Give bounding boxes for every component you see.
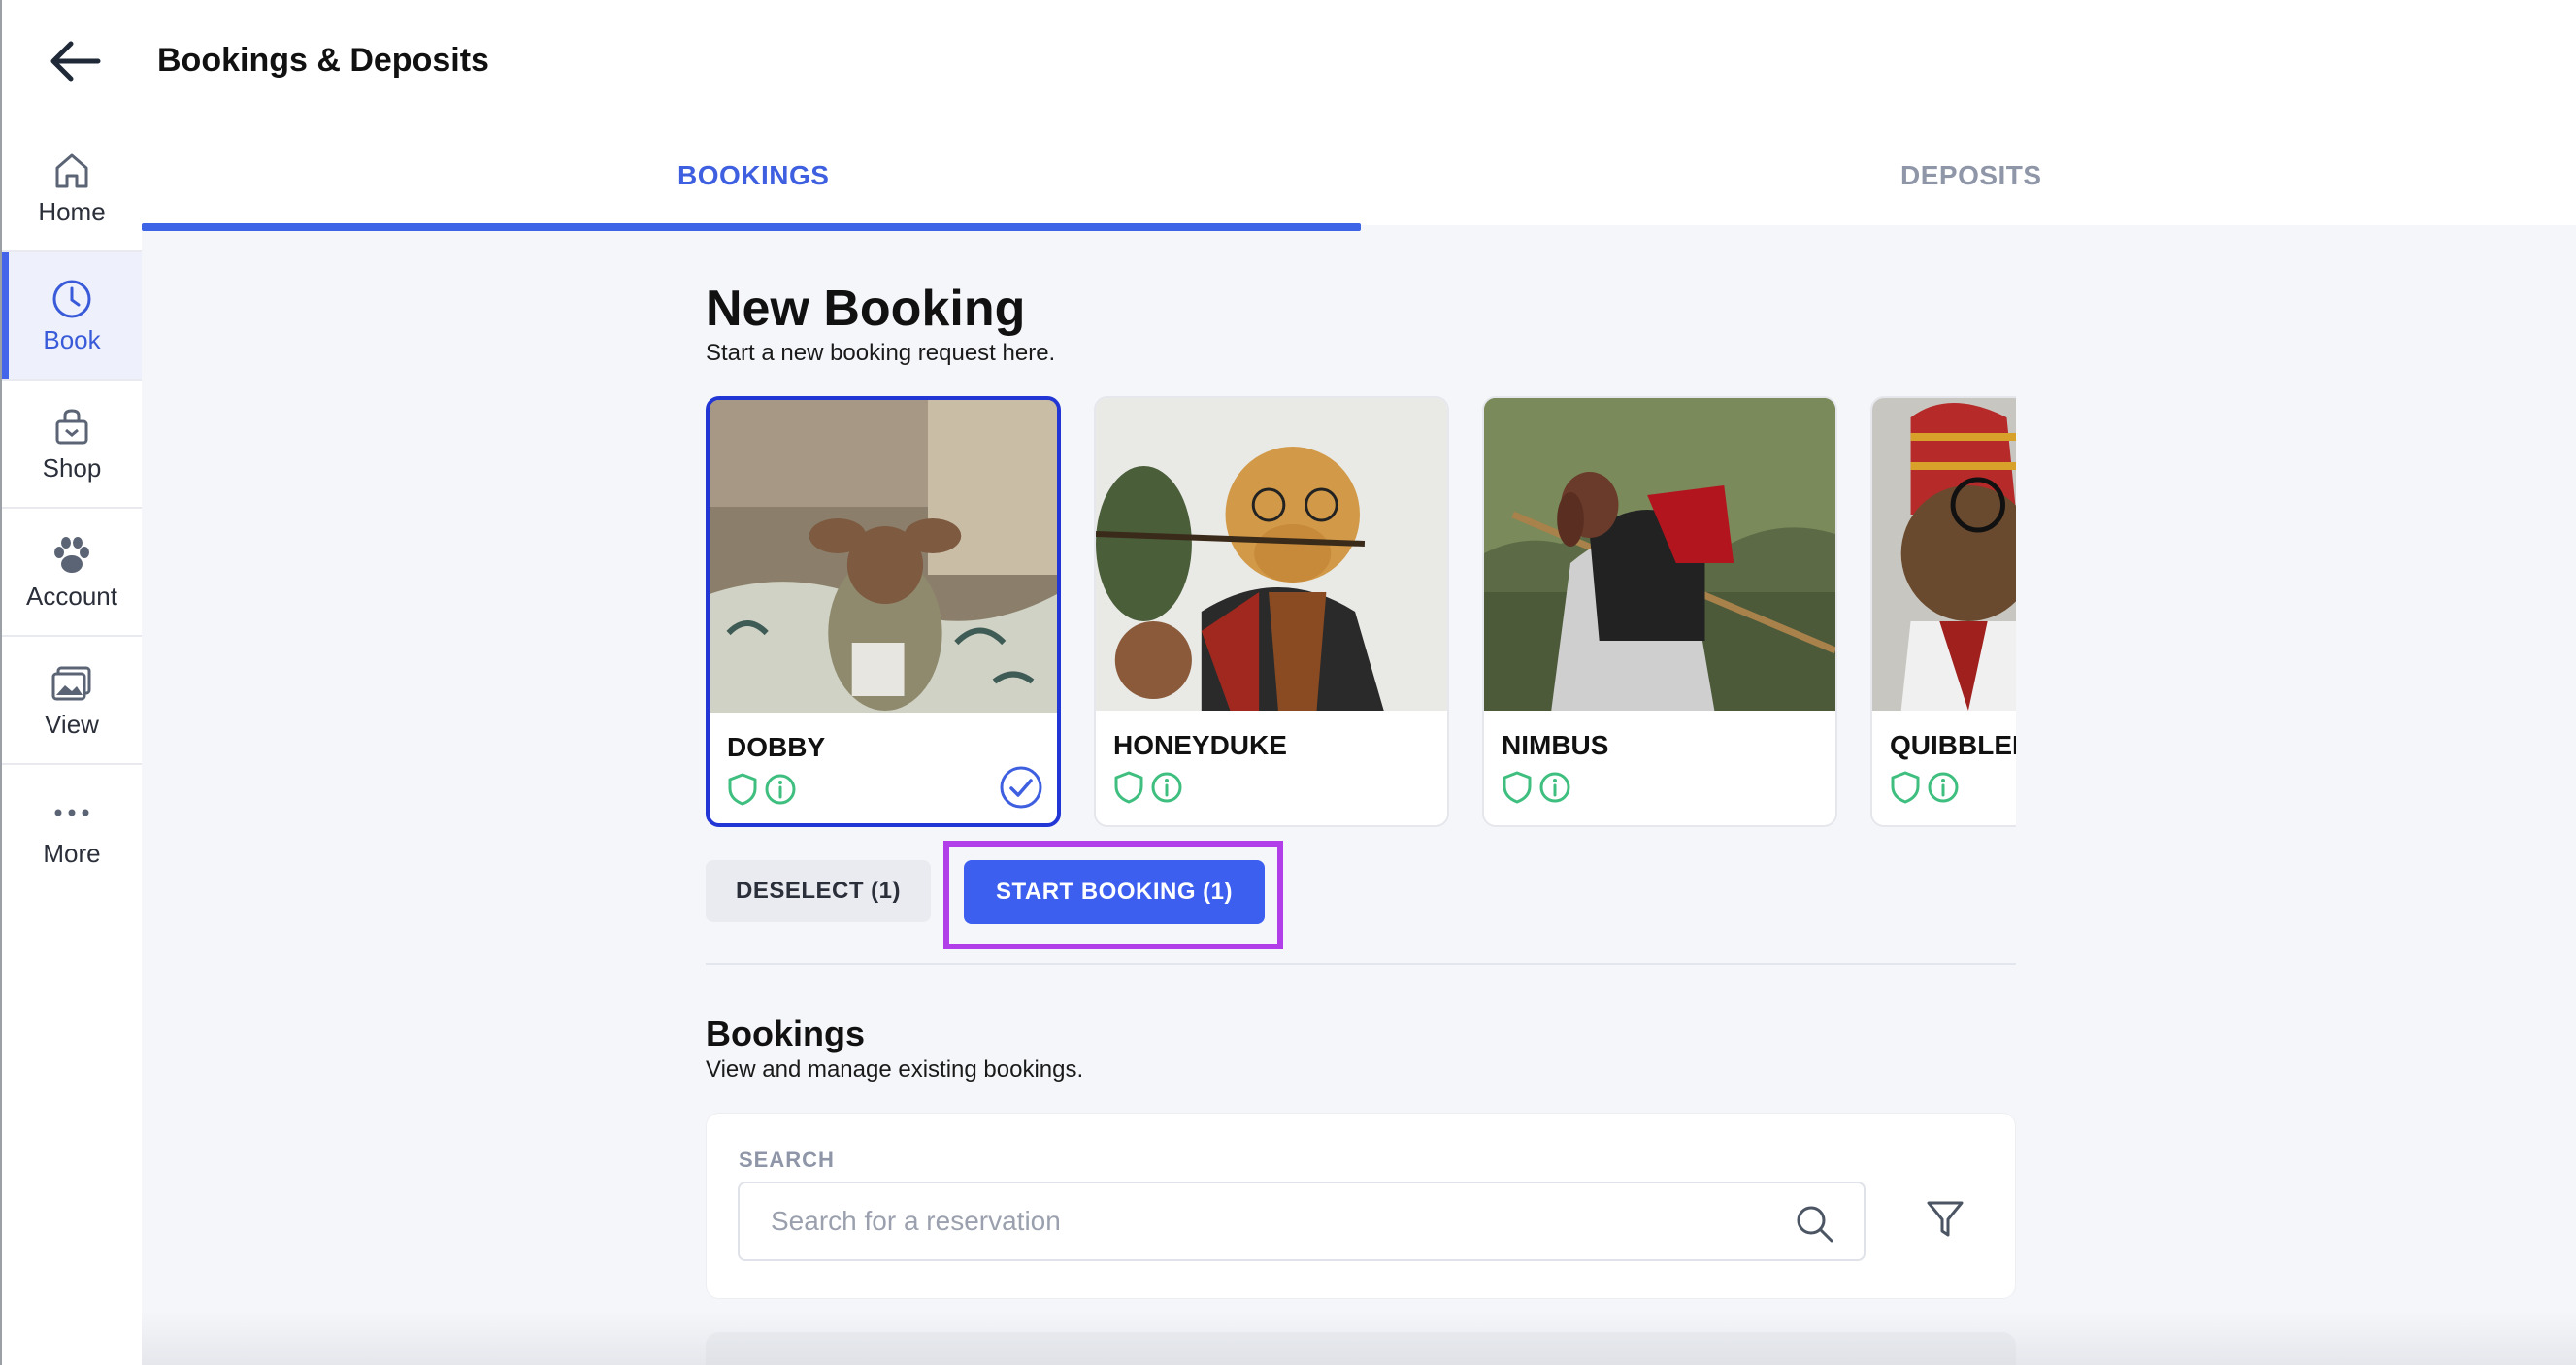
pet-card-quibbler[interactable]: QUIBBLER bbox=[1870, 396, 2016, 827]
sidebar-item-label: View bbox=[45, 709, 99, 739]
pet-photo bbox=[710, 400, 1057, 713]
bookings-subtitle: View and manage existing bookings. bbox=[706, 1056, 1084, 1082]
search-field bbox=[738, 1182, 1866, 1261]
sidebar-item-more[interactable]: More bbox=[2, 765, 142, 893]
sidebar-item-label: Home bbox=[38, 196, 106, 226]
new-booking-title: New Booking bbox=[706, 281, 1026, 337]
info-icon[interactable] bbox=[764, 773, 797, 806]
clock-icon bbox=[50, 277, 94, 321]
search-icon[interactable] bbox=[1794, 1203, 1834, 1244]
sidebar-item-label: Shop bbox=[42, 452, 102, 483]
pet-cards-carousel[interactable]: DOBBY HONEYDUKE NIMBUS QUIBBLE bbox=[706, 396, 2016, 833]
pet-card-honeyduke[interactable]: HONEYDUKE bbox=[1094, 396, 1449, 827]
pet-name: NIMBUS bbox=[1502, 730, 1609, 760]
search-label: SEARCH bbox=[739, 1148, 835, 1172]
pet-name: QUIBBLER bbox=[1890, 730, 2016, 760]
pet-badges bbox=[727, 773, 797, 806]
sidebar-item-home[interactable]: Home bbox=[2, 124, 142, 252]
sidebar-item-label: More bbox=[43, 838, 101, 868]
more-dots-icon bbox=[50, 790, 94, 835]
check-circle-icon bbox=[1000, 766, 1042, 809]
deselect-button[interactable]: DESELECT (1) bbox=[706, 860, 931, 922]
bookings-title: Bookings bbox=[706, 1014, 866, 1053]
sidebar-item-shop[interactable]: Shop bbox=[2, 381, 142, 509]
section-divider bbox=[706, 963, 2016, 965]
shield-icon bbox=[1114, 771, 1143, 804]
shield-icon bbox=[728, 773, 757, 806]
tab-deposits[interactable]: DEPOSITS bbox=[1900, 160, 2042, 191]
info-icon[interactable] bbox=[1150, 771, 1183, 804]
tab-bookings[interactable]: BOOKINGS bbox=[677, 160, 829, 191]
sidebar-item-account[interactable]: Account bbox=[2, 509, 142, 637]
sidebar-item-label: Account bbox=[26, 581, 117, 611]
sidebar-item-label: Book bbox=[43, 324, 101, 354]
paw-icon bbox=[50, 533, 94, 578]
pet-card-dobby[interactable]: DOBBY bbox=[706, 396, 1061, 827]
pet-name: HONEYDUKE bbox=[1113, 730, 1287, 760]
filter-icon[interactable] bbox=[1926, 1199, 1965, 1240]
pet-card-nimbus[interactable]: NIMBUS bbox=[1482, 396, 1837, 827]
image-gallery-icon bbox=[50, 661, 94, 706]
shield-icon bbox=[1503, 771, 1532, 804]
active-tab-indicator bbox=[142, 223, 1361, 231]
header: Bookings & Deposits BOOKINGS DEPOSITS bbox=[142, 0, 2576, 231]
app-window: Home Book Shop Account View More Booking… bbox=[0, 0, 2576, 1365]
pet-badges bbox=[1502, 771, 1571, 804]
search-panel: SEARCH bbox=[706, 1113, 2016, 1299]
arrow-left-icon bbox=[50, 41, 101, 82]
info-icon[interactable] bbox=[1538, 771, 1571, 804]
page-title: Bookings & Deposits bbox=[157, 42, 489, 79]
pet-badges bbox=[1890, 771, 1960, 804]
new-booking-subtitle: Start a new booking request here. bbox=[706, 340, 1056, 366]
pet-photo bbox=[1096, 398, 1447, 711]
sidebar-item-view[interactable]: View bbox=[2, 637, 142, 765]
sidebar-item-book[interactable]: Book bbox=[2, 252, 142, 381]
info-icon[interactable] bbox=[1927, 771, 1960, 804]
shopping-bag-icon bbox=[50, 405, 94, 449]
pet-badges bbox=[1113, 771, 1183, 804]
shield-icon bbox=[1891, 771, 1920, 804]
pet-photo bbox=[1484, 398, 1835, 711]
search-input[interactable] bbox=[740, 1183, 1864, 1259]
pet-photo bbox=[1872, 398, 2016, 711]
home-icon bbox=[50, 149, 94, 193]
bottom-fade bbox=[142, 1311, 2576, 1365]
sidebar: Home Book Shop Account View More bbox=[0, 0, 142, 1365]
start-booking-button[interactable]: START BOOKING (1) bbox=[964, 860, 1265, 924]
back-button[interactable] bbox=[41, 27, 109, 95]
pet-name: DOBBY bbox=[727, 732, 826, 762]
